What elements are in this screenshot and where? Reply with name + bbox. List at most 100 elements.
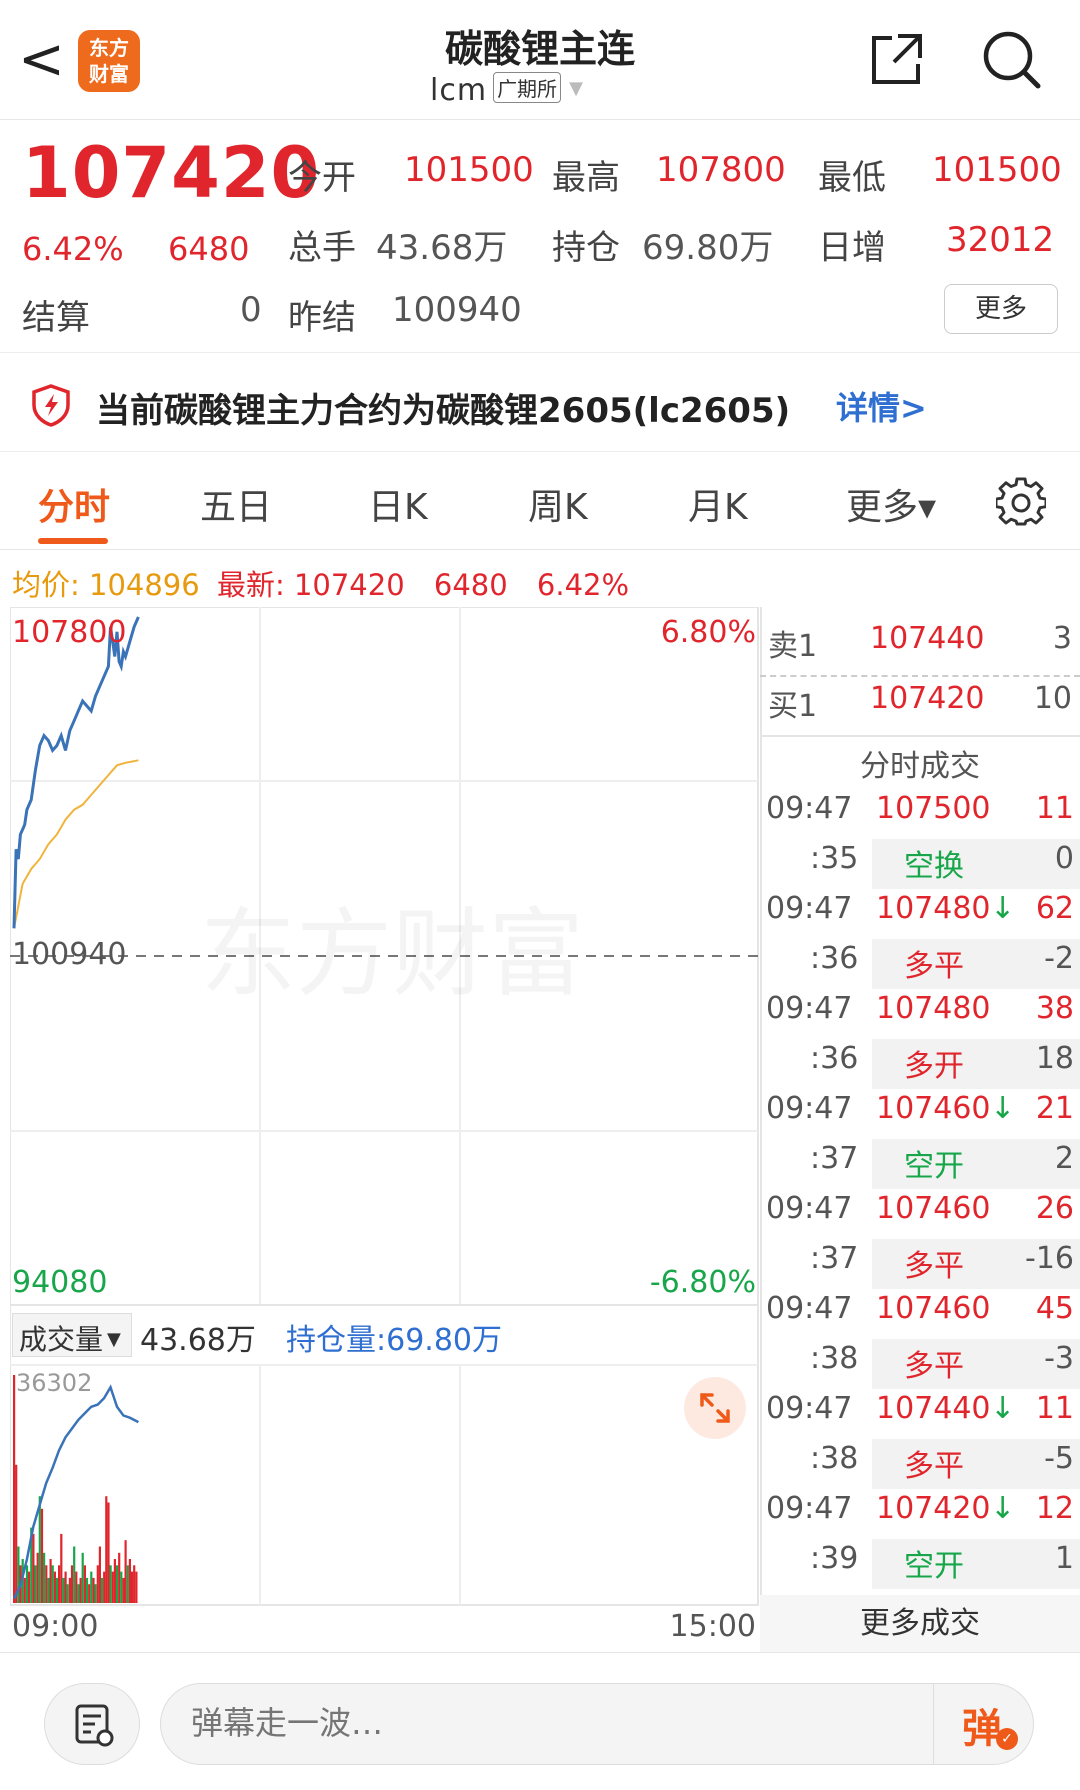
- last-price: 107420: [22, 132, 321, 214]
- logo-text-line2: 财富: [89, 62, 129, 86]
- volume-bar: [28, 1571, 31, 1603]
- pct-axis-bottom-label: -6.80%: [649, 1265, 756, 1300]
- latest-change: 6480: [433, 568, 508, 602]
- volume-bar: [124, 1540, 127, 1603]
- avg-price-label: 均价:: [12, 568, 80, 602]
- check-icon: ✓: [996, 1728, 1018, 1750]
- trade-type: 空开: [904, 1549, 964, 1584]
- volume-bar: [49, 1559, 52, 1603]
- top-navigation-bar: < 东方 财富 碳酸锂主连 lcm 广期所 ▼: [0, 0, 1080, 120]
- trade-oi-delta: -16: [1025, 1241, 1074, 1276]
- sell-volume: 3: [1052, 621, 1072, 656]
- buy-row[interactable]: 买1 107420 10: [760, 681, 1080, 731]
- book-separator: [760, 735, 1080, 737]
- volume-bar: [116, 1565, 119, 1603]
- volume-bar: [25, 1565, 29, 1603]
- trade-volume: 45: [1035, 1291, 1074, 1326]
- expand-icon: [700, 1393, 730, 1423]
- trade-detail-row: :36 多开 18: [760, 1039, 1080, 1091]
- tab-five-day[interactable]: 五日: [200, 478, 272, 530]
- trade-seconds: :38: [810, 1341, 859, 1376]
- volume-bar: [36, 1552, 39, 1603]
- trade-seconds: :36: [810, 1041, 859, 1076]
- trade-seconds: :36: [810, 941, 859, 976]
- volume-bar: [51, 1565, 54, 1603]
- tab-monthly-k[interactable]: 月K: [688, 478, 748, 530]
- intraday-chart-svg: 东方财富: [9, 606, 759, 1606]
- change-percent: 6.42%: [22, 230, 124, 268]
- contract-selector[interactable]: lcm 广期所 ▼: [430, 72, 660, 108]
- volume-bar: [40, 1508, 44, 1603]
- trade-oi-delta: 1: [1054, 1541, 1074, 1576]
- volume-bar: [90, 1571, 93, 1603]
- more-quote-button[interactable]: 更多: [944, 284, 1058, 334]
- volume-indicator-selector[interactable]: 成交量 ▼: [12, 1313, 132, 1357]
- more-trades-button[interactable]: 更多成交: [760, 1595, 1080, 1652]
- tab-intraday[interactable]: 分时: [38, 478, 110, 530]
- high-value: 107800: [656, 150, 786, 190]
- trade-seconds: :37: [810, 1141, 859, 1176]
- volume-bar: [128, 1559, 131, 1603]
- chart-period-tabs: 分时 五日 日K 周K 月K 更多▾: [0, 452, 1080, 550]
- volume-bar: [23, 1577, 26, 1603]
- volume-bar: [64, 1571, 67, 1603]
- trade-seconds: :38: [810, 1441, 859, 1476]
- note-button[interactable]: [44, 1683, 140, 1765]
- logo-text-line1: 东方: [89, 36, 129, 60]
- open-value: 101500: [404, 150, 534, 190]
- expand-chart-button[interactable]: [684, 1377, 746, 1439]
- volume-bar: [43, 1552, 46, 1603]
- notice-text: 当前碳酸锂主力合约为碳酸锂2605(lc2605): [96, 391, 791, 431]
- back-button[interactable]: <: [18, 30, 68, 90]
- trade-type: 多平: [904, 1249, 964, 1284]
- y-axis-ref-label: 100940: [12, 937, 127, 972]
- volume-bar: [47, 1577, 50, 1603]
- volume-max-label: 36302: [16, 1369, 93, 1397]
- open-interest-label: 持仓: [552, 228, 620, 268]
- gear-icon[interactable]: [996, 477, 1046, 527]
- tab-daily-k[interactable]: 日K: [368, 478, 428, 530]
- note-settings-icon: [75, 1704, 114, 1747]
- trade-time: 09:47: [766, 891, 853, 926]
- trade-type: 多平: [904, 1449, 964, 1484]
- tab-weekly-k[interactable]: 周K: [528, 478, 588, 530]
- volume-bar: [105, 1496, 108, 1603]
- trade-price: 107480: [876, 991, 991, 1026]
- search-icon[interactable]: [980, 28, 1044, 92]
- tab-more[interactable]: 更多▾: [846, 478, 936, 530]
- trade-detail-row: :39 空开 1: [760, 1539, 1080, 1591]
- volume-bar: [58, 1565, 61, 1603]
- sell-label: 卖1: [768, 629, 818, 664]
- volume-bar: [100, 1577, 104, 1603]
- volume-bar: [109, 1565, 112, 1603]
- danmu-send-button[interactable]: 弹 ✓: [933, 1684, 1033, 1764]
- y-axis-top-label: 107800: [12, 615, 127, 650]
- trades-title-text: 分时成交: [860, 749, 980, 784]
- trade-row: 09:47 107480 38: [760, 991, 1080, 1041]
- trade-row: 09:47 107500 11: [760, 791, 1080, 841]
- volume-bar: [17, 1546, 20, 1603]
- trade-detail-row: :37 多平 -16: [760, 1239, 1080, 1291]
- volume-bar: [118, 1552, 121, 1603]
- trades-title: 分时成交: [760, 741, 1080, 791]
- trade-time: 09:47: [766, 1091, 853, 1126]
- open-label: 今开: [288, 158, 356, 198]
- price-line: [12, 616, 140, 929]
- prev-settle-label: 昨结: [288, 298, 356, 338]
- volume-bar: [38, 1496, 41, 1603]
- open-interest-value: 69.80万: [642, 228, 774, 268]
- trade-oi-delta: -2: [1044, 941, 1074, 976]
- dropdown-triangle-icon: ▼: [569, 78, 583, 99]
- trade-volume: 12: [1035, 1491, 1074, 1526]
- share-icon[interactable]: [868, 30, 926, 88]
- trade-type: 多平: [904, 1349, 964, 1384]
- volume-bar: [98, 1546, 101, 1603]
- trade-row: 09:47 107440 ↓ 11: [760, 1391, 1080, 1441]
- notice-detail-link[interactable]: 详情>: [836, 383, 927, 429]
- trade-volume: 21: [1035, 1091, 1074, 1126]
- danmu-input[interactable]: [191, 1704, 791, 1742]
- trade-seconds: :37: [810, 1241, 859, 1276]
- volume-bar: [66, 1584, 69, 1603]
- intraday-chart[interactable]: 东方财富 107800 6.80% 100940 94080 -6.80% 成交…: [9, 606, 760, 1652]
- sell-row[interactable]: 卖1 107440 3: [760, 621, 1080, 671]
